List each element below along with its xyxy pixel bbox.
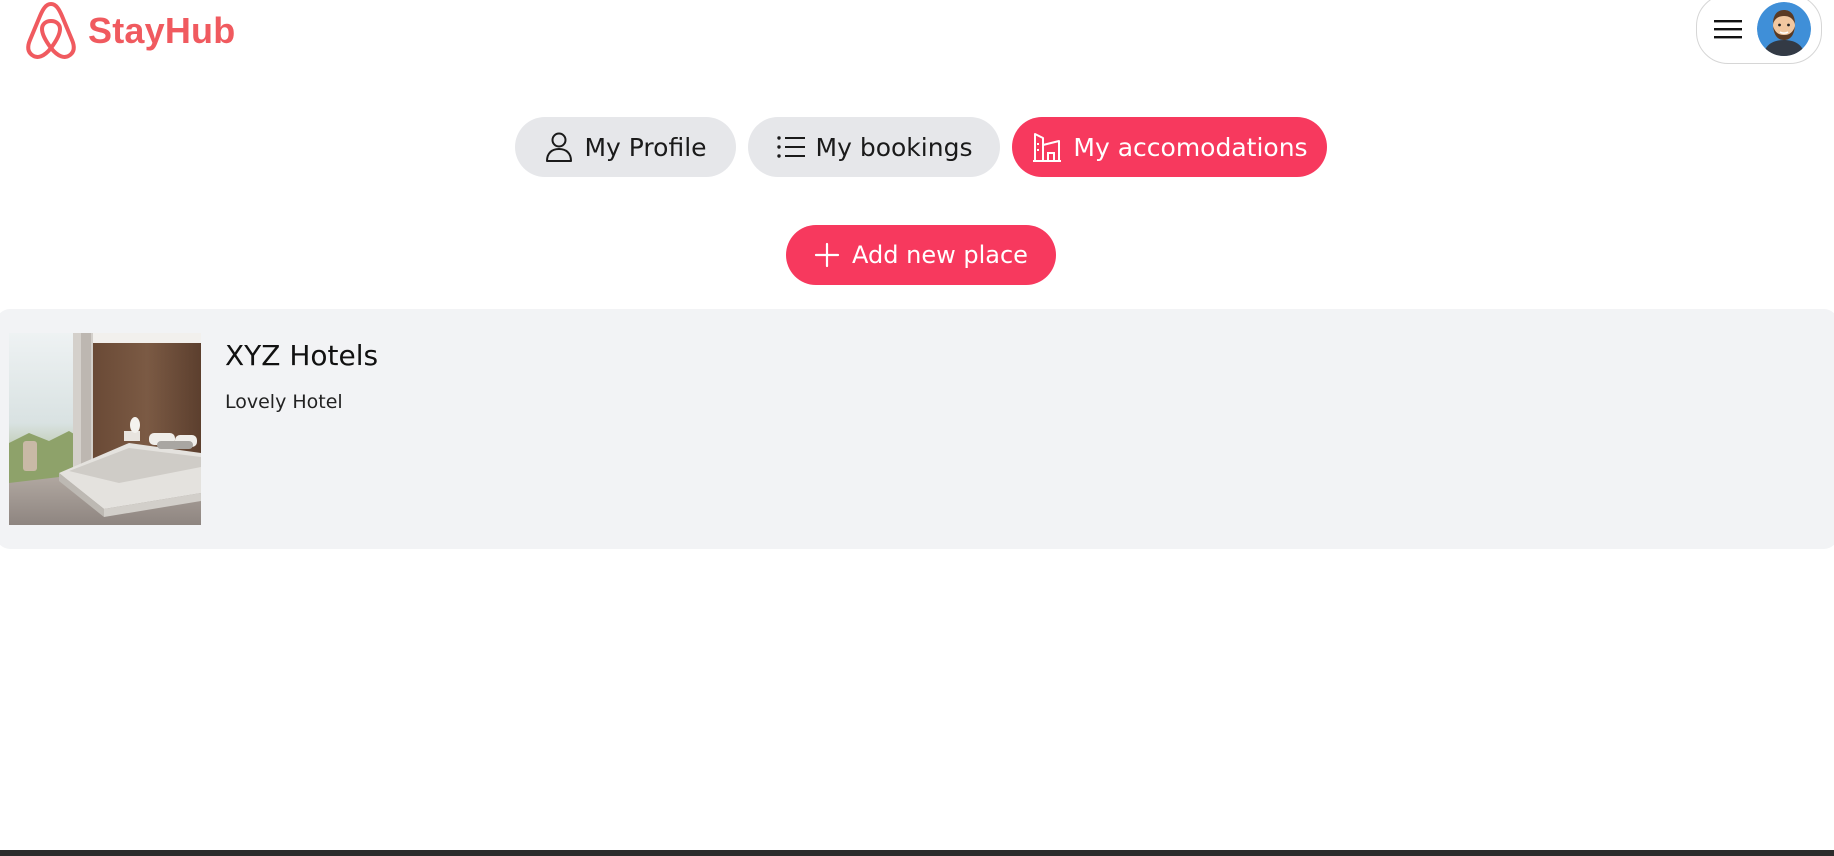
tab-my-accomodations[interactable]: My accomodations — [1012, 117, 1327, 177]
hotel-room-photo — [9, 333, 201, 525]
user-menu-button[interactable] — [1696, 0, 1822, 64]
list-icon — [776, 136, 805, 158]
tab-label: My bookings — [815, 132, 973, 162]
page: StayHub My Profile My bookings My accomo… — [0, 0, 1834, 856]
airbnb-logo-icon — [26, 2, 76, 59]
add-new-place-label: Add new place — [852, 241, 1028, 269]
building-icon — [1033, 133, 1062, 162]
hamburger-menu-icon — [1714, 20, 1742, 39]
place-title: XYZ Hotels — [225, 339, 379, 372]
tab-label: My Profile — [584, 132, 707, 162]
top-header: StayHub — [0, 0, 1834, 70]
user-avatar-icon — [1757, 2, 1811, 56]
plus-icon — [814, 242, 840, 268]
brand-name: StayHub — [88, 10, 236, 51]
tab-my-bookings[interactable]: My bookings — [748, 117, 1000, 177]
tab-my-profile[interactable]: My Profile — [515, 117, 736, 177]
account-tabs: My Profile My bookings My accomodations — [515, 117, 1327, 177]
taskbar-edge — [0, 850, 1834, 856]
place-description: Lovely Hotel — [225, 391, 343, 413]
tab-label: My accomodations — [1073, 132, 1308, 162]
user-icon — [546, 132, 573, 162]
brand-logo-link[interactable]: StayHub — [22, 0, 235, 62]
place-card[interactable]: XYZ Hotels Lovely Hotel — [0, 309, 1834, 549]
add-new-place-button[interactable]: Add new place — [786, 225, 1056, 285]
